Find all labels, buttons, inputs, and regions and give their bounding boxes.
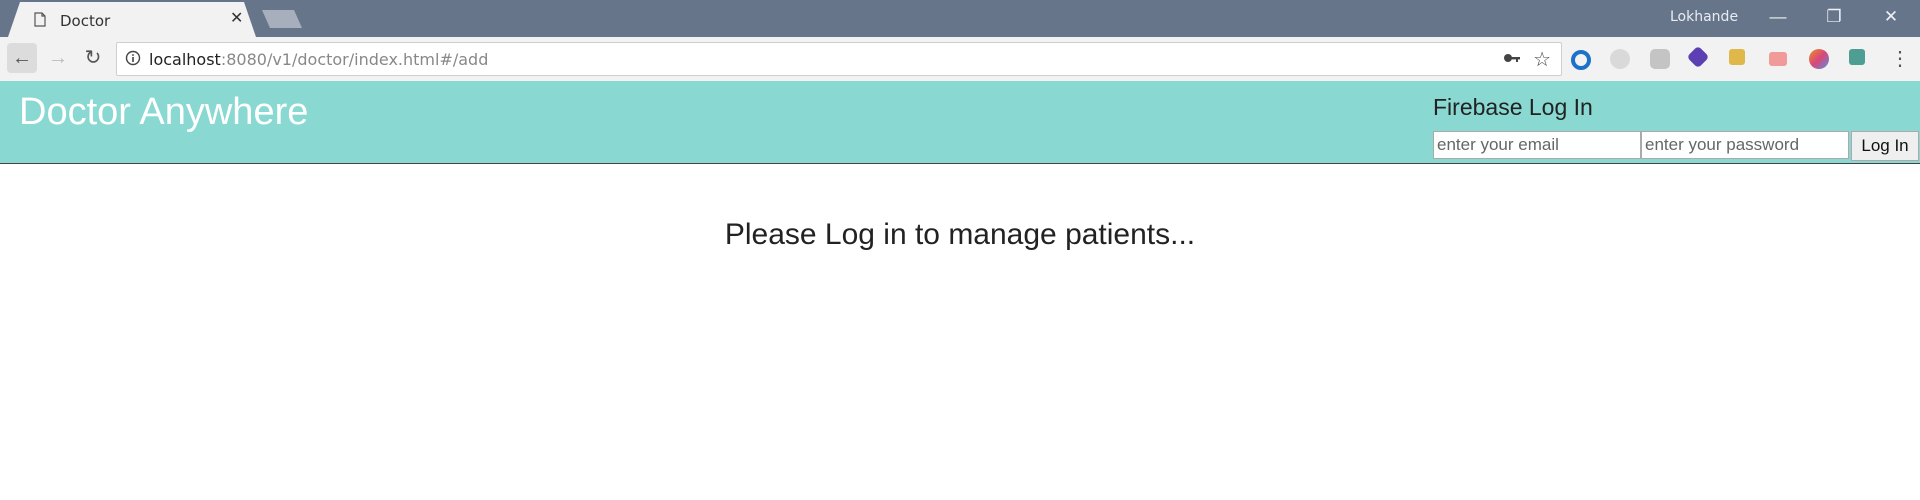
password-field[interactable]: [1641, 131, 1849, 159]
new-tab-button[interactable]: [262, 10, 302, 28]
url-text[interactable]: localhost:8080/v1/doctor/index.html#/add: [149, 50, 488, 69]
extension-4-icon[interactable]: [1686, 45, 1710, 69]
login-title: Firebase Log In: [1433, 94, 1593, 120]
browser-toolbar: ← → ↻ localhost:8080/v1/doctor/index.htm…: [0, 37, 1920, 81]
extension-7-icon[interactable]: [1809, 49, 1829, 69]
restore-icon[interactable]: ❐: [1811, 4, 1857, 30]
extension-6-icon[interactable]: [1769, 52, 1787, 66]
email-field[interactable]: [1433, 131, 1641, 159]
extension-8-icon[interactable]: [1849, 49, 1865, 65]
page-icon: [34, 12, 46, 27]
tab-close-icon[interactable]: ✕: [230, 10, 243, 28]
address-bar[interactable]: localhost:8080/v1/doctor/index.html#/add…: [116, 42, 1562, 76]
app-header: Doctor Anywhere Firebase Log In Log In: [0, 81, 1920, 164]
close-window-icon[interactable]: ✕: [1868, 4, 1914, 30]
profile-name[interactable]: Lokhande: [1670, 9, 1738, 25]
tab-title: Doctor: [60, 12, 111, 30]
extension-5-icon[interactable]: [1729, 49, 1745, 65]
minimize-icon[interactable]: —: [1755, 4, 1801, 30]
browser-tab[interactable]: Doctor ✕: [8, 2, 256, 37]
forward-button[interactable]: →: [43, 43, 73, 73]
browser-menu-icon[interactable]: ⋮: [1890, 46, 1910, 71]
extension-2-icon[interactable]: [1610, 49, 1630, 69]
login-button[interactable]: Log In: [1851, 131, 1919, 161]
app-title: Doctor Anywhere: [19, 91, 309, 133]
login-prompt-message: Please Log in to manage patients...: [724, 218, 1196, 251]
reload-button[interactable]: ↻: [78, 43, 108, 73]
bookmark-star-icon[interactable]: ☆: [1533, 47, 1551, 72]
extension-1-icon[interactable]: [1571, 50, 1591, 70]
extension-3-icon[interactable]: [1650, 49, 1670, 69]
back-button[interactable]: ←: [7, 43, 37, 73]
browser-title-bar: Doctor ✕ Lokhande — ❐ ✕: [0, 0, 1920, 37]
url-host: localhost: [149, 50, 221, 69]
key-icon[interactable]: [1503, 51, 1521, 65]
url-path: :8080/v1/doctor/index.html#/add: [220, 50, 489, 69]
info-icon[interactable]: [125, 50, 141, 66]
